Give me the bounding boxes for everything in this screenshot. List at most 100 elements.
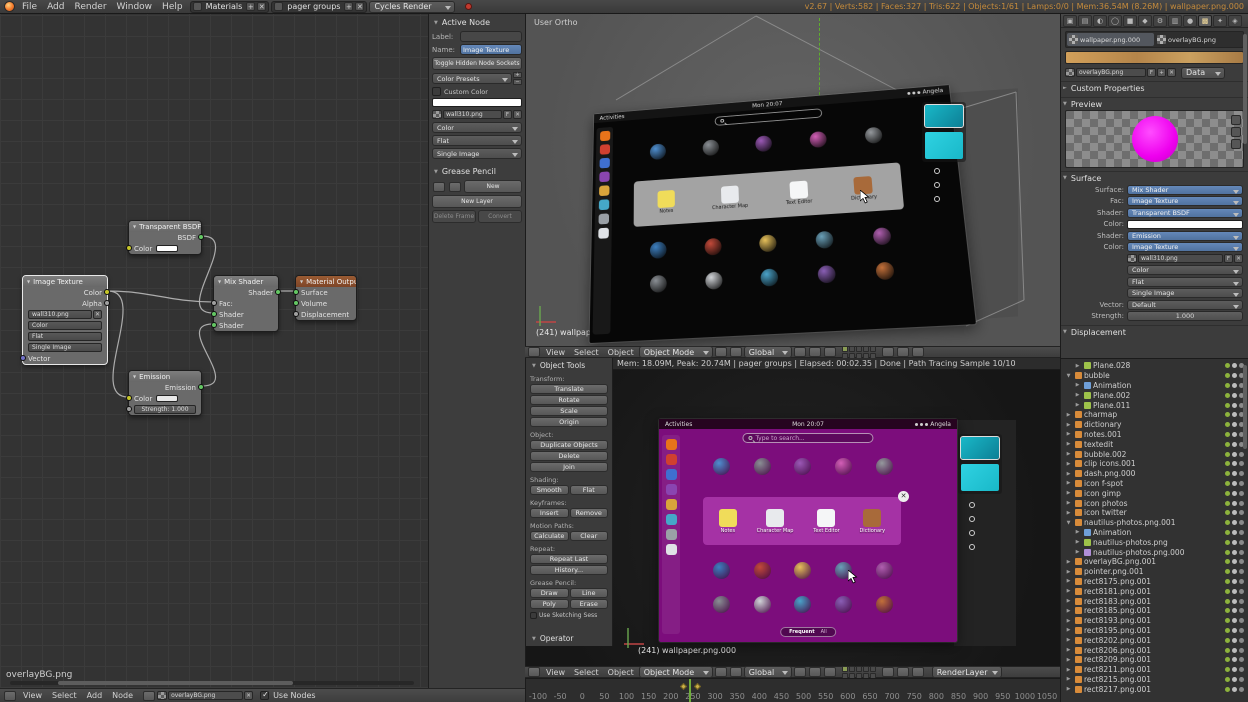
dock-app-icon[interactable] <box>598 228 609 239</box>
folder-app[interactable]: Notes <box>719 509 737 534</box>
render-toggle[interactable] <box>1239 540 1244 545</box>
app-icon[interactable] <box>817 265 836 283</box>
active-node-panel-header[interactable]: Active Node <box>432 16 522 29</box>
render-toggle[interactable] <box>1239 687 1244 692</box>
dock-app-icon[interactable] <box>666 454 677 465</box>
manipulator-rotate-icon[interactable] <box>809 667 821 677</box>
outliner-item[interactable]: ▶charmap <box>1061 410 1248 420</box>
expand-icon[interactable]: ▶ <box>1073 549 1082 555</box>
app-icon[interactable] <box>835 596 852 613</box>
expand-icon[interactable]: ▶ <box>1064 569 1073 575</box>
outliner-item[interactable]: ▶icon f-spot <box>1061 479 1248 489</box>
hide-toggle[interactable] <box>1232 442 1237 447</box>
app-icon[interactable] <box>754 596 771 613</box>
unlink-image-icon[interactable]: ✕ <box>513 110 522 119</box>
render-layer-select[interactable]: RenderLayer <box>932 666 1002 678</box>
outliner-item[interactable]: ▶Animation <box>1061 381 1248 391</box>
folder-app[interactable]: Text Editor <box>813 509 840 534</box>
use-toggle[interactable] <box>1225 373 1230 378</box>
node-menu-select[interactable]: Select <box>47 691 82 700</box>
viewport-menu-view[interactable]: View <box>542 668 569 677</box>
expand-icon[interactable]: ▶ <box>1064 598 1073 604</box>
gray-socket[interactable] <box>293 311 299 317</box>
hide-toggle[interactable] <box>1232 569 1237 574</box>
app-icon[interactable] <box>875 261 894 280</box>
hide-toggle[interactable] <box>1232 559 1237 564</box>
expand-icon[interactable]: ▶ <box>1064 431 1073 437</box>
use-toggle[interactable] <box>1225 501 1230 506</box>
node-header[interactable]: Emission <box>129 371 201 382</box>
hide-toggle[interactable] <box>1232 412 1237 417</box>
hide-toggle[interactable] <box>1232 481 1237 486</box>
outliner-item[interactable]: ▶notes.001 <box>1061 430 1248 440</box>
outliner-item[interactable]: ▶rect8185.png.001 <box>1061 606 1248 616</box>
app-icon[interactable] <box>876 562 893 579</box>
app-icon[interactable] <box>650 143 666 160</box>
tool-smooth[interactable]: Smooth <box>530 485 569 495</box>
tool-calculate[interactable]: Calculate <box>530 531 569 541</box>
node-option-select[interactable]: Single Image <box>28 343 102 352</box>
expand-icon[interactable]: ▶ <box>1064 686 1073 692</box>
node-option-select[interactable]: Flat <box>28 332 102 341</box>
texture-datablock-name[interactable]: overlayBG.png <box>1076 68 1146 77</box>
properties-tab-modifiers[interactable]: ⚙ <box>1153 15 1167 27</box>
use-toggle[interactable] <box>1225 579 1230 584</box>
render-still-icon[interactable] <box>897 347 909 357</box>
editor-type-icon[interactable] <box>528 667 540 677</box>
custom-properties-panel-header[interactable]: Custom Properties <box>1061 81 1248 94</box>
tool-flat[interactable]: Flat <box>570 485 609 495</box>
render-toggle[interactable] <box>1239 657 1244 662</box>
menu-file[interactable]: File <box>17 2 42 12</box>
menu-help[interactable]: Help <box>157 2 188 12</box>
workspace-thumb[interactable] <box>961 464 999 491</box>
hide-toggle[interactable] <box>1232 667 1237 672</box>
outliner-item[interactable]: ▶nautilus-photos.png <box>1061 537 1248 547</box>
hide-toggle[interactable] <box>1232 363 1237 368</box>
app-icon[interactable] <box>794 562 811 579</box>
delete-frame-button[interactable]: Delete Frame <box>432 210 476 223</box>
hide-toggle[interactable] <box>1232 599 1237 604</box>
use-toggle[interactable] <box>1225 510 1230 515</box>
expand-icon[interactable]: ▶ <box>1064 657 1073 663</box>
hide-toggle[interactable] <box>1232 452 1237 457</box>
use-toggle[interactable] <box>1225 540 1230 545</box>
render-toggle[interactable] <box>1239 628 1244 633</box>
hide-toggle[interactable] <box>1232 648 1237 653</box>
use-toggle[interactable] <box>1225 471 1230 476</box>
keyframe-marker[interactable] <box>680 683 687 690</box>
current-frame-line[interactable] <box>689 679 691 702</box>
folder-app[interactable]: Character Map <box>757 509 794 534</box>
render-toggle[interactable] <box>1239 510 1244 515</box>
object-tools-panel-header[interactable]: Object Tools <box>530 360 608 371</box>
render-anim-icon[interactable] <box>912 667 924 677</box>
hide-toggle[interactable] <box>1232 471 1237 476</box>
node-header[interactable]: Image Texture <box>23 276 107 287</box>
screen-layout-name[interactable]: Materials <box>204 2 245 11</box>
expand-icon[interactable]: ▶ <box>1064 618 1073 624</box>
hide-toggle[interactable] <box>1232 530 1237 535</box>
surface-shader--select[interactable]: Transparent BSDF <box>1127 208 1243 218</box>
viewport-menu-object[interactable]: Object <box>604 668 638 677</box>
hide-toggle[interactable] <box>1232 638 1237 643</box>
add-preset-icon[interactable]: + <box>513 72 522 78</box>
pivot-center-icon[interactable] <box>730 347 742 357</box>
user-menu[interactable]: Angela <box>907 87 943 96</box>
node-name-input[interactable]: Image Texture <box>460 44 522 55</box>
strength-field[interactable]: 1.000 <box>1127 311 1243 321</box>
hide-toggle[interactable] <box>1232 550 1237 555</box>
surface-shader--select[interactable]: Emission <box>1127 231 1243 241</box>
page-dot[interactable] <box>934 168 940 174</box>
use-toggle[interactable] <box>1225 550 1230 555</box>
render-toggle[interactable] <box>1239 579 1244 584</box>
preview-texture-icon[interactable] <box>1231 115 1241 125</box>
hide-toggle[interactable] <box>1232 618 1237 623</box>
render-toggle[interactable] <box>1239 491 1244 496</box>
outliner-item[interactable]: ▶rect8215.png.001 <box>1061 675 1248 685</box>
transform-orientation-select[interactable]: Global <box>744 666 792 678</box>
add-icon[interactable] <box>449 182 461 192</box>
scene-field[interactable]: pager groups + ✕ <box>271 1 367 13</box>
app-icon[interactable] <box>705 271 722 289</box>
render-toggle[interactable] <box>1239 599 1244 604</box>
outliner-item[interactable]: ▶Plane.028 <box>1061 361 1248 371</box>
use-toggle[interactable] <box>1225 422 1230 427</box>
